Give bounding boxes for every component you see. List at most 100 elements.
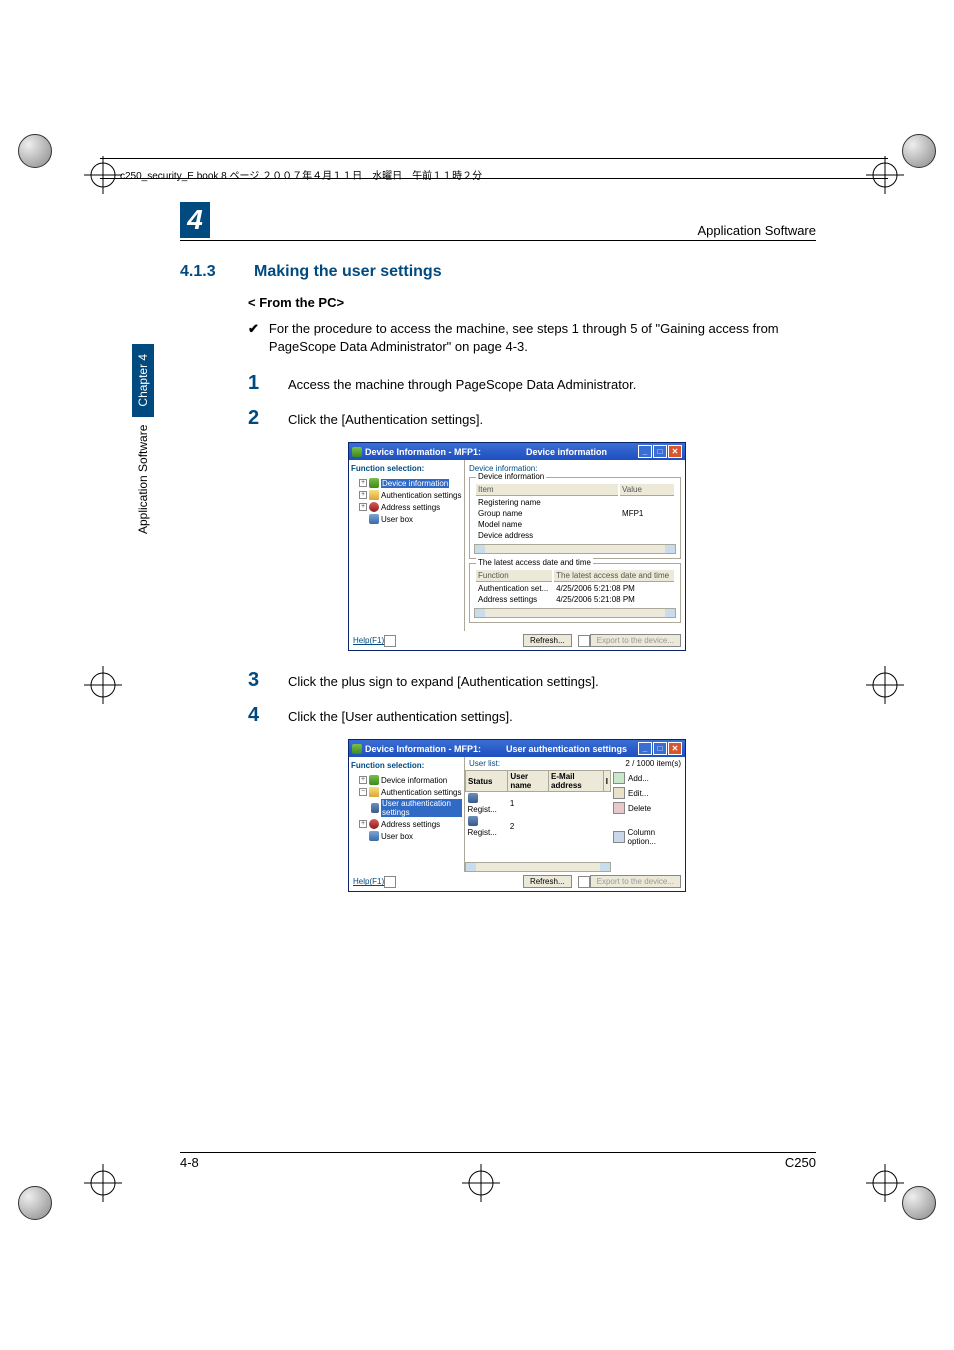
column-icon	[613, 831, 625, 843]
tree-device-information[interactable]: +Device information	[351, 477, 462, 489]
tree-address-settings[interactable]: +Address settings	[351, 501, 462, 513]
cell: Device address	[476, 531, 618, 540]
window-title-left: Device Information - MFP1:	[365, 447, 481, 457]
window-titlebar[interactable]: Device Information - MFP1: User authenti…	[349, 740, 685, 757]
minimize-button[interactable]: _	[638, 445, 652, 458]
horizontal-scrollbar[interactable]	[465, 862, 611, 872]
user-icon	[371, 803, 379, 813]
registration-mark-icon	[866, 1164, 904, 1202]
tree-user-box[interactable]: User box	[351, 830, 462, 842]
step-number: 3	[248, 669, 266, 692]
window-title-center: User authentication settings	[495, 744, 638, 754]
maximize-button[interactable]: □	[653, 445, 667, 458]
col-email[interactable]: E-Mail address	[549, 771, 604, 792]
app-icon	[352, 744, 362, 754]
tree-device-information[interactable]: +Device information	[351, 774, 462, 786]
tree-user-authentication-settings[interactable]: User authentication settings	[351, 798, 462, 818]
horizontal-scrollbar[interactable]	[474, 544, 676, 554]
help-link[interactable]: Help(F1)	[353, 877, 384, 886]
edit-icon	[613, 787, 625, 799]
table-row[interactable]: Regist...2	[466, 815, 611, 838]
col-item[interactable]: Item	[476, 484, 618, 496]
group-legend: The latest access date and time	[476, 558, 593, 567]
tree-user-box[interactable]: User box	[351, 513, 462, 525]
add-button[interactable]: Add...	[613, 772, 683, 784]
subheading: < From the PC>	[248, 295, 816, 310]
user-list-label: User list:	[469, 759, 500, 768]
cell: Authentication set...	[476, 584, 552, 593]
box-icon	[369, 514, 379, 524]
delete-icon	[613, 802, 625, 814]
step-text: Access the machine through PageScope Dat…	[288, 377, 636, 392]
cell: Model name	[476, 520, 618, 529]
step-number: 1	[248, 372, 266, 395]
refresh-icon[interactable]	[384, 876, 396, 888]
group-legend: Device information	[476, 472, 546, 481]
col-function[interactable]: Function	[476, 570, 552, 582]
nav-pane-title: Function selection:	[351, 761, 462, 770]
export-button: Export to the device...	[590, 875, 681, 888]
export-button: Export to the device...	[590, 634, 681, 647]
col-value[interactable]: Value	[620, 484, 674, 496]
refresh-button[interactable]: Refresh...	[523, 875, 572, 888]
section-number: 4.1.3	[180, 263, 230, 281]
maximize-button[interactable]: □	[653, 742, 667, 755]
expand-icon[interactable]: +	[359, 479, 367, 487]
window-title-center: Device information	[495, 447, 638, 457]
chapter-number-badge: 4	[180, 202, 210, 238]
refresh-button[interactable]: Refresh...	[523, 634, 572, 647]
tree-address-settings[interactable]: +Address settings	[351, 818, 462, 830]
device-icon	[369, 775, 379, 785]
cell: 4/25/2006 5:21:08 PM	[554, 595, 674, 604]
user-icon	[468, 816, 478, 826]
add-icon	[613, 772, 625, 784]
minimize-button[interactable]: _	[638, 742, 652, 755]
latest-access-group: The latest access date and time Function…	[469, 563, 681, 623]
help-link[interactable]: Help(F1)	[353, 636, 384, 645]
cell: Registering name	[476, 498, 618, 507]
page-number: 4-8	[180, 1155, 199, 1170]
side-tab-title: Application Software	[136, 425, 150, 534]
col-status[interactable]: Status	[466, 771, 508, 792]
crop-line	[100, 158, 888, 159]
horizontal-scrollbar[interactable]	[474, 608, 676, 618]
step-text: Click the plus sign to expand [Authentic…	[288, 674, 599, 689]
source-file-header: c250_security_E.book 8 ページ ２００７年４月１１日 水曜…	[120, 167, 482, 182]
close-button[interactable]: ✕	[668, 445, 682, 458]
col-num[interactable]: I	[603, 771, 610, 792]
window-titlebar[interactable]: Device Information - MFP1: Device inform…	[349, 443, 685, 460]
device-icon	[369, 478, 379, 488]
expand-icon[interactable]: +	[359, 503, 367, 511]
table-row[interactable]: Regist...1	[466, 792, 611, 816]
user-auth-window: Device Information - MFP1: User authenti…	[348, 739, 686, 892]
delete-button[interactable]: Delete	[613, 802, 683, 814]
user-list-count: 2 / 1000 item(s)	[625, 759, 681, 768]
expand-icon[interactable]: +	[359, 776, 367, 784]
bullet-text: For the procedure to access the machine,…	[269, 320, 816, 356]
folder-icon	[369, 490, 379, 500]
app-icon	[352, 447, 362, 457]
cell: MFP1	[620, 509, 674, 518]
expand-icon[interactable]: +	[359, 820, 367, 828]
tree-authentication-settings[interactable]: +Authentication settings	[351, 489, 462, 501]
col-username[interactable]: User name	[508, 771, 549, 792]
address-icon	[369, 819, 379, 829]
edit-button[interactable]: Edit...	[613, 787, 683, 799]
running-title: Application Software	[697, 223, 816, 238]
close-button[interactable]: ✕	[668, 742, 682, 755]
crop-corner	[902, 134, 936, 168]
folder-icon	[369, 787, 379, 797]
address-icon	[369, 502, 379, 512]
tree-authentication-settings[interactable]: −Authentication settings	[351, 786, 462, 798]
collapse-icon[interactable]: −	[359, 788, 367, 796]
col-date[interactable]: The latest access date and time	[554, 570, 674, 582]
refresh-icon[interactable]	[384, 635, 396, 647]
export-icon	[578, 635, 590, 647]
crop-corner	[902, 1186, 936, 1220]
check-icon: ✔	[248, 320, 259, 356]
expand-icon[interactable]: +	[359, 491, 367, 499]
cell: Group name	[476, 509, 618, 518]
step-number: 4	[248, 704, 266, 727]
column-option-button[interactable]: Column option...	[613, 828, 683, 846]
registration-mark-icon	[866, 156, 904, 194]
